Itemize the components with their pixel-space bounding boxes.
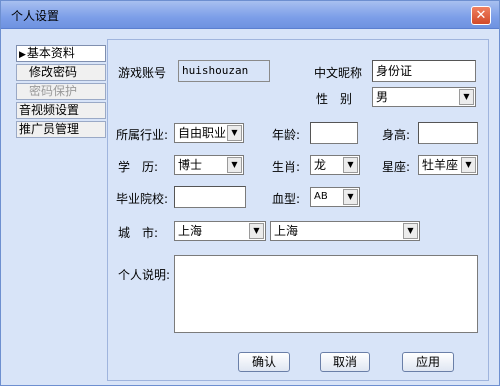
chevron-down-icon[interactable]: ▼	[403, 223, 418, 239]
sidebar-item-basic-info[interactable]: ▶基本资料	[16, 45, 106, 62]
school-input[interactable]	[174, 186, 246, 208]
star-sign-value: 牡羊座	[422, 158, 459, 172]
apply-button[interactable]: 应用	[402, 352, 454, 372]
window-title: 个人设置	[11, 9, 60, 23]
sidebar: ▶基本资料 修改密码 密码保护 音视频设置 推广员管理	[16, 41, 106, 138]
star-sign-label: 星座:	[382, 160, 411, 174]
zodiac-value: 龙	[314, 158, 327, 172]
chevron-down-icon[interactable]: ▼	[227, 125, 242, 141]
gender-value: 男	[376, 90, 389, 104]
sidebar-item-av-settings[interactable]: 音视频设置	[16, 102, 106, 119]
close-icon: ✕	[475, 8, 487, 23]
industry-select[interactable]: 自由职业 ▼	[174, 123, 244, 143]
industry-value: 自由职业	[178, 126, 227, 140]
height-label: 身高:	[382, 128, 411, 142]
province-select[interactable]: 上海 ▼	[174, 221, 266, 241]
sidebar-item-password-protection: 密码保护	[16, 83, 106, 100]
age-input[interactable]	[310, 122, 358, 144]
city-select[interactable]: 上海 ▼	[270, 221, 420, 241]
nickname-input[interactable]: 身份证	[372, 60, 476, 82]
star-sign-select[interactable]: 牡羊座 ▼	[418, 155, 478, 175]
city-label: 城 市:	[118, 226, 159, 240]
account-field: huishouzan	[178, 60, 270, 82]
chevron-down-icon[interactable]: ▼	[461, 157, 476, 173]
triangle-right-icon: ▶	[19, 50, 26, 60]
settings-window: 个人设置 ✕ ▶基本资料 修改密码 密码保护 音视频设置 推广员管理 游戏账号 …	[0, 0, 500, 386]
cancel-button[interactable]: 取消	[320, 352, 370, 372]
height-input[interactable]	[418, 122, 478, 144]
industry-label: 所属行业:	[116, 128, 169, 142]
gender-select[interactable]: 男 ▼	[372, 87, 476, 107]
blood-type-select[interactable]: AB ▼	[310, 187, 360, 207]
city-value: 上海	[274, 224, 299, 238]
chevron-down-icon[interactable]: ▼	[227, 157, 242, 173]
zodiac-select[interactable]: 龙 ▼	[310, 155, 360, 175]
sidebar-item-label: 基本资料	[26, 46, 75, 60]
gender-label: 性 别	[316, 92, 353, 106]
school-label: 毕业院校:	[116, 192, 169, 206]
education-label: 学 历:	[118, 160, 159, 174]
chevron-down-icon[interactable]: ▼	[343, 189, 358, 205]
description-textarea[interactable]	[174, 255, 478, 333]
blood-type-value: AB	[314, 191, 328, 202]
blood-type-label: 血型:	[272, 192, 301, 206]
nickname-label: 中文昵称	[314, 66, 363, 80]
sidebar-item-promoter[interactable]: 推广员管理	[16, 121, 106, 138]
sidebar-item-change-password[interactable]: 修改密码	[16, 64, 106, 81]
close-button[interactable]: ✕	[471, 6, 491, 25]
confirm-button[interactable]: 确认	[238, 352, 290, 372]
education-select[interactable]: 博士 ▼	[174, 155, 244, 175]
description-label: 个人说明:	[118, 268, 171, 282]
zodiac-label: 生肖:	[272, 160, 301, 174]
age-label: 年龄:	[272, 128, 301, 142]
form-panel: 游戏账号 huishouzan 中文昵称 身份证 性 别 男 ▼ 所属行业: 自…	[107, 39, 489, 381]
chevron-down-icon[interactable]: ▼	[343, 157, 358, 173]
title-bar[interactable]: 个人设置 ✕	[1, 1, 499, 29]
chevron-down-icon[interactable]: ▼	[249, 223, 264, 239]
account-label: 游戏账号	[118, 66, 167, 80]
province-value: 上海	[178, 224, 203, 238]
education-value: 博士	[178, 158, 203, 172]
chevron-down-icon[interactable]: ▼	[459, 89, 474, 105]
